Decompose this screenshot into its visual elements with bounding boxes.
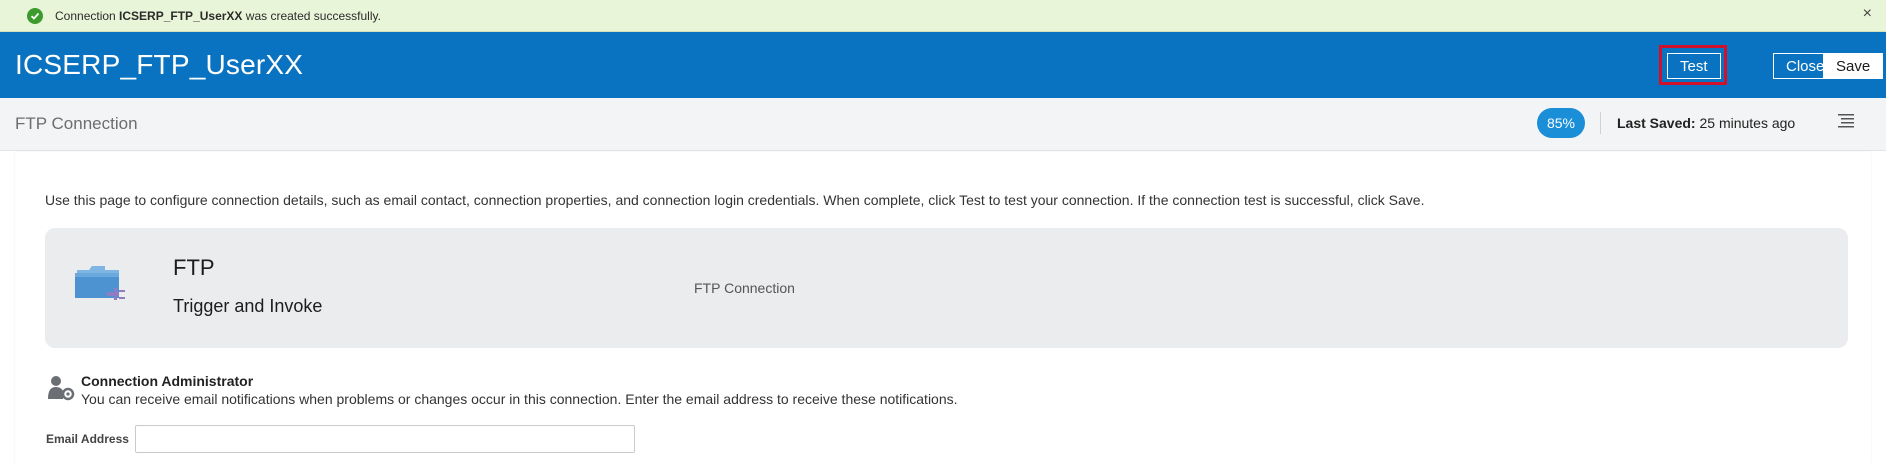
adapter-role: Trigger and Invoke [173, 296, 323, 316]
admin-settings-icon [47, 375, 75, 406]
success-notification: Connection ICSERP_FTP_UserXX was created… [0, 0, 1886, 32]
notification-connection-name: ICSERP_FTP_UserXX [119, 8, 243, 23]
test-button-highlight [1659, 45, 1727, 85]
list-menu-icon[interactable] [1838, 114, 1854, 133]
connection-administrator-description: You can receive email notifications when… [81, 391, 958, 407]
notification-message: Connection ICSERP_FTP_UserXX was created… [55, 8, 381, 23]
page-title: ICSERP_FTP_UserXX [15, 49, 304, 80]
sub-header: FTP Connection 85% Last Saved: 25 minute… [0, 98, 1886, 151]
divider [1600, 112, 1601, 134]
adapter-name: FTP [173, 255, 215, 280]
connection-type-title: FTP Connection [15, 114, 138, 133]
email-address-label: Email Address [46, 432, 129, 446]
intro-text: Use this page to configure connection de… [45, 192, 1425, 208]
email-address-input[interactable] [135, 425, 635, 453]
last-saved-status: Last Saved: 25 minutes ago [1617, 115, 1796, 131]
connection-administrator-heading: Connection Administrator [81, 373, 254, 389]
save-button[interactable]: Save [1823, 53, 1884, 79]
page-header: ICSERP_FTP_UserXX [0, 32, 1886, 98]
close-icon[interactable]: × [1863, 5, 1872, 23]
check-circle-icon [27, 7, 43, 24]
ftp-adapter-icon [73, 264, 127, 311]
adapter-panel: FTP Trigger and Invoke FTP Connection [45, 228, 1848, 348]
adapter-description: FTP Connection [694, 280, 795, 296]
progress-badge[interactable]: 85% [1537, 108, 1585, 138]
